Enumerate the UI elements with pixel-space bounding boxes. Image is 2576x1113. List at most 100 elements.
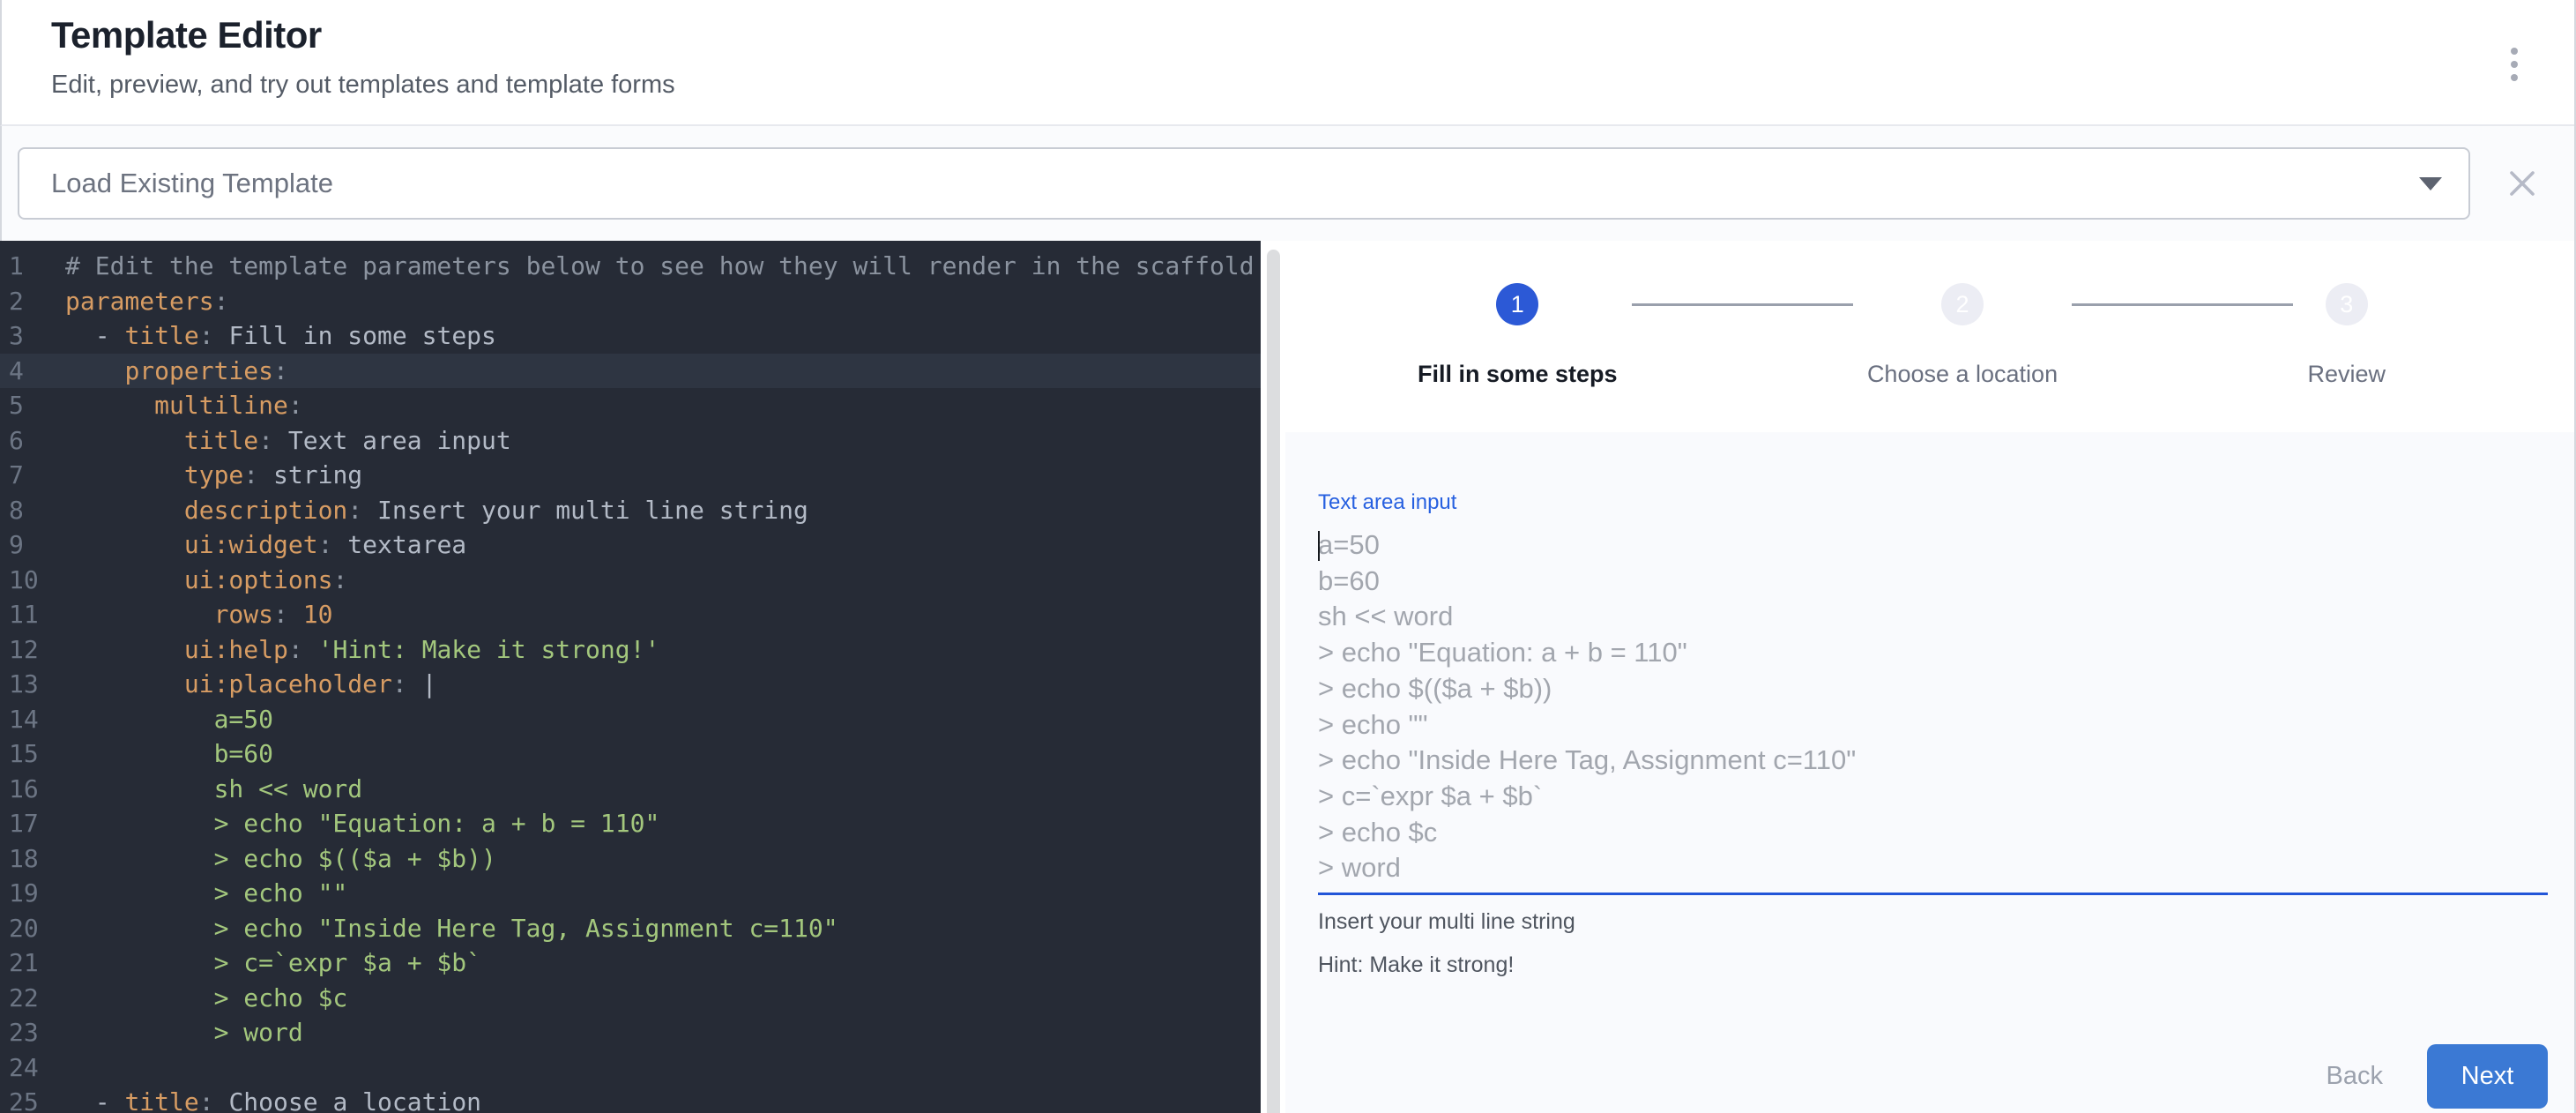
editor-line-code: title: Text area input (65, 423, 511, 459)
page-header: Template Editor Edit, preview, and try o… (0, 0, 2574, 126)
editor-line-16[interactable]: 16 sh << word (0, 772, 1261, 807)
editor-line-code: ui:options: (65, 563, 347, 598)
editor-line-number: 2 (0, 284, 65, 319)
editor-line-20[interactable]: 20 > echo "Inside Here Tag, Assignment c… (0, 911, 1261, 946)
editor-line-19[interactable]: 19 > echo "" (0, 876, 1261, 911)
editor-line-code: - title: Choose a location (65, 1085, 481, 1113)
editor-line-number: 17 (0, 806, 65, 841)
editor-line-code: description: Insert your multi line stri… (65, 493, 808, 528)
step-3-number: 3 (2340, 291, 2353, 318)
kebab-dot (2511, 61, 2518, 68)
editor-line-number: 9 (0, 527, 65, 563)
form-actions: Back Next (1318, 1044, 2548, 1109)
editor-line-code: > word (65, 1015, 303, 1050)
step-1-indicator: 1 (1496, 283, 1538, 325)
editor-lines: 1# Edit the template parameters below to… (0, 249, 1261, 1113)
clear-template-button[interactable] (2502, 163, 2542, 204)
text-cursor (1318, 531, 1320, 561)
page-subtitle: Edit, preview, and try out templates and… (51, 71, 675, 100)
editor-line-code: > echo "Inside Here Tag, Assignment c=11… (65, 911, 838, 946)
editor-line-number: 4 (0, 354, 65, 389)
step-connector (1632, 303, 1853, 306)
editor-line-code: > echo "Equation: a + b = 110" (65, 806, 659, 841)
editor-line-code: ui:placeholder: | (65, 667, 436, 702)
step-3-label: Review (2307, 361, 2386, 388)
field-description: Insert your multi line string (1318, 909, 2548, 935)
header-text: Template Editor Edit, preview, and try o… (2, 0, 675, 100)
editor-line-17[interactable]: 17 > echo "Equation: a + b = 110" (0, 806, 1261, 841)
editor-line-code: multiline: (65, 388, 303, 423)
editor-line-number: 24 (0, 1050, 65, 1086)
editor-line-3[interactable]: 3 - title: Fill in some steps (0, 318, 1261, 354)
editor-scrollbar-track[interactable] (1261, 241, 1285, 1113)
editor-line-number: 10 (0, 563, 65, 598)
stepper-step-3: 3 Review (2307, 283, 2386, 388)
editor-line-code: > echo "" (65, 876, 347, 911)
editor-line-code: sh << word (65, 772, 362, 807)
kebab-dot (2511, 74, 2518, 81)
editor-line-code: > echo $(($a + $b)) (65, 841, 496, 877)
editor-line-code: > c=`expr $a + $b` (65, 945, 481, 981)
editor-line-code: > echo $c (65, 981, 347, 1016)
editor-line-number: 14 (0, 702, 65, 737)
editor-line-25[interactable]: 25 - title: Choose a location (0, 1085, 1261, 1113)
editor-line-number: 3 (0, 318, 65, 354)
more-options-button[interactable] (2507, 44, 2521, 85)
stepper-step-2: 2 Choose a location (1867, 283, 2058, 388)
load-template-toolbar: Load Existing Template (0, 126, 2574, 241)
editor-line-1[interactable]: 1# Edit the template parameters below to… (0, 249, 1261, 284)
editor-line-number: 15 (0, 736, 65, 772)
main-content: 1# Edit the template parameters below to… (0, 241, 2574, 1113)
editor-line-14[interactable]: 14 a=50 (0, 702, 1261, 737)
editor-line-10[interactable]: 10 ui:options: (0, 563, 1261, 598)
load-existing-template-select[interactable]: Load Existing Template (18, 147, 2470, 220)
editor-line-number: 1 (0, 249, 65, 284)
form-section: Text area input Insert your multi line s… (1285, 432, 2574, 1113)
multiline-textarea[interactable] (1318, 527, 2548, 893)
editor-line-6[interactable]: 6 title: Text area input (0, 423, 1261, 459)
editor-line-code: a=50 (65, 702, 273, 737)
editor-line-number: 6 (0, 423, 65, 459)
stepper-step-1: 1 Fill in some steps (1418, 283, 1618, 388)
step-connector (2072, 303, 2293, 306)
editor-line-13[interactable]: 13 ui:placeholder: | (0, 667, 1261, 702)
editor-line-number: 21 (0, 945, 65, 981)
editor-line-code: ui:help: 'Hint: Make it strong!' (65, 632, 659, 668)
next-button[interactable]: Next (2427, 1044, 2548, 1109)
editor-line-8[interactable]: 8 description: Insert your multi line st… (0, 493, 1261, 528)
editor-line-24[interactable]: 24 (0, 1050, 1261, 1086)
editor-line-number: 12 (0, 632, 65, 668)
field-hint: Hint: Make it strong! (1318, 952, 2548, 978)
editor-line-11[interactable]: 11 rows: 10 (0, 597, 1261, 632)
editor-line-code: ui:widget: textarea (65, 527, 466, 563)
editor-line-number: 20 (0, 911, 65, 946)
editor-line-18[interactable]: 18 > echo $(($a + $b)) (0, 841, 1261, 877)
form-preview-panel: 1 Fill in some steps 2 Choose a location… (1285, 241, 2574, 1113)
editor-line-23[interactable]: 23 > word (0, 1015, 1261, 1050)
editor-line-code: b=60 (65, 736, 273, 772)
step-1-label: Fill in some steps (1418, 361, 1618, 388)
editor-line-code: # Edit the template parameters below to … (65, 249, 1254, 284)
editor-line-22[interactable]: 22 > echo $c (0, 981, 1261, 1016)
editor-line-number: 5 (0, 388, 65, 423)
editor-line-code: properties: (65, 354, 288, 389)
step-1-number: 1 (1511, 291, 1524, 318)
editor-line-4[interactable]: 4 properties: (0, 354, 1261, 389)
editor-line-7[interactable]: 7 type: string (0, 458, 1261, 493)
editor-scrollbar-thumb[interactable] (1267, 250, 1280, 1113)
editor-line-12[interactable]: 12 ui:help: 'Hint: Make it strong!' (0, 632, 1261, 668)
editor-line-number: 8 (0, 493, 65, 528)
step-3-indicator: 3 (2326, 283, 2368, 325)
editor-line-code: rows: 10 (65, 597, 332, 632)
editor-line-5[interactable]: 5 multiline: (0, 388, 1261, 423)
editor-line-21[interactable]: 21 > c=`expr $a + $b` (0, 945, 1261, 981)
yaml-code-editor[interactable]: 1# Edit the template parameters below to… (0, 241, 1261, 1113)
step-2-indicator: 2 (1941, 283, 1984, 325)
field-underline (1318, 527, 2548, 895)
editor-line-number: 18 (0, 841, 65, 877)
back-button[interactable]: Back (2305, 1062, 2404, 1091)
editor-line-code: parameters: (65, 284, 228, 319)
editor-line-2[interactable]: 2parameters: (0, 284, 1261, 319)
editor-line-15[interactable]: 15 b=60 (0, 736, 1261, 772)
editor-line-9[interactable]: 9 ui:widget: textarea (0, 527, 1261, 563)
